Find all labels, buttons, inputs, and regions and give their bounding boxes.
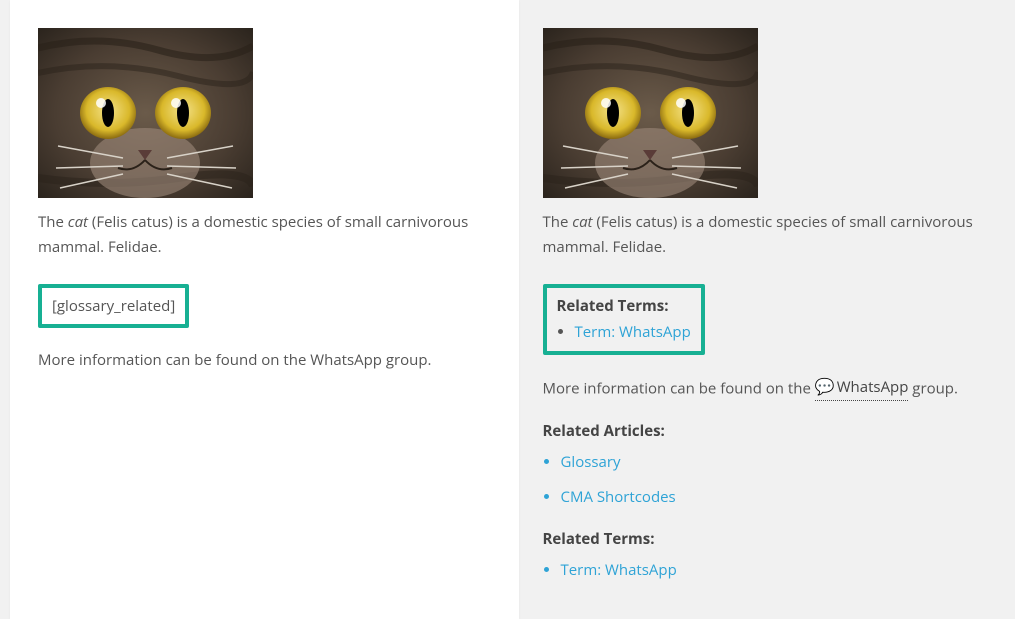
related-terms-highlight: Related Terms: Term: WhatsApp: [543, 284, 705, 356]
description-text: The cat (Felis catus) is a domestic spec…: [38, 210, 491, 260]
related-terms-heading: Related Terms:: [543, 527, 996, 552]
info-text: More information can be found on the Wha…: [38, 348, 491, 373]
cat-image: [543, 28, 758, 198]
related-article-link[interactable]: CMA Shortcodes: [561, 487, 676, 507]
related-articles-heading: Related Articles:: [543, 419, 996, 444]
list-item: CMA Shortcodes: [561, 485, 996, 510]
list-item: Glossary: [561, 450, 996, 475]
list-item: Term: WhatsApp: [561, 558, 996, 583]
whatsapp-glossary-link[interactable]: 💬WhatsApp: [815, 375, 909, 401]
related-article-link[interactable]: Glossary: [561, 452, 621, 472]
shortcode-text: [glossary_related]: [52, 296, 175, 316]
shortcode-highlight: [glossary_related]: [38, 284, 189, 329]
description-text: The cat (Felis catus) is a domestic spec…: [543, 210, 996, 260]
related-term-link[interactable]: Term: WhatsApp: [575, 322, 691, 342]
chat-icon: 💬: [815, 378, 835, 394]
list-item: Term: WhatsApp: [575, 320, 691, 345]
cat-image: [38, 28, 253, 198]
related-terms-heading: Related Terms:: [557, 294, 691, 319]
related-terms-list: Term: WhatsApp: [543, 558, 996, 583]
related-articles-list: Glossary CMA Shortcodes: [543, 450, 996, 510]
related-term-link[interactable]: Term: WhatsApp: [561, 560, 677, 580]
info-text: More information can be found on the 💬Wh…: [543, 375, 996, 401]
rendered-preview-right: The cat (Felis catus) is a domestic spec…: [543, 0, 1006, 619]
editor-preview-left: The cat (Felis catus) is a domestic spec…: [10, 0, 519, 619]
